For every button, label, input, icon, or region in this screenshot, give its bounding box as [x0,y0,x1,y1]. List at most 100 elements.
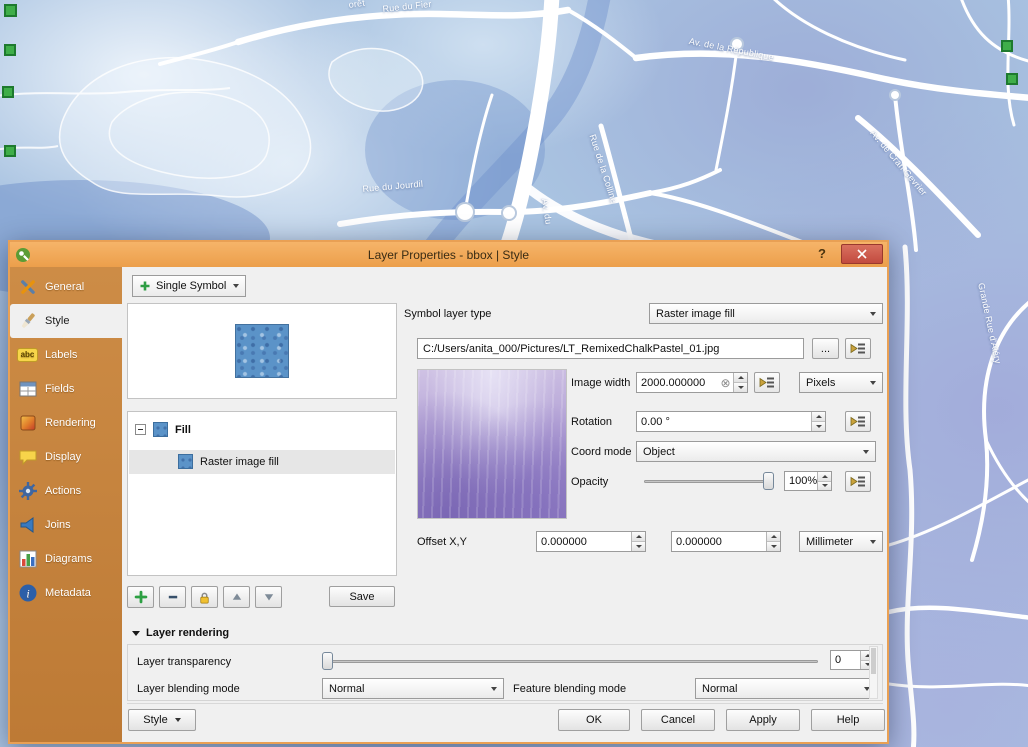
browse-file-button[interactable]: ... [812,338,839,359]
feature-blending-mode-combo[interactable]: Normal [695,678,877,699]
help-titlebar-button[interactable]: ? [809,244,835,264]
add-symbol-layer-button[interactable] [127,586,154,608]
style-tab-content: Single Symbol Fill Raster image fill [122,267,887,742]
image-width-spinbox[interactable]: 2000.000000 ⊗ [636,372,748,393]
image-path-input[interactable]: C:/Users/anita_000/Pictures/LT_RemixedCh… [417,338,804,359]
scrollbar-thumb[interactable] [871,648,876,674]
tree-child-label[interactable]: Raster image fill [200,456,279,468]
slider-handle[interactable] [763,472,774,490]
spin-up-button[interactable] [632,532,645,541]
triangle-up-icon [738,376,744,379]
renderer-combo-value: Single Symbol [156,280,226,292]
joins-icon [17,515,38,536]
sidebar-item-diagrams[interactable]: Diagrams [10,542,122,576]
close-button[interactable] [841,244,883,264]
qgis-app-icon [15,247,31,263]
image-width-unit-value: Pixels [806,377,835,389]
opacity-slider[interactable] [644,471,774,491]
single-symbol-icon [139,280,151,292]
metadata-glyph: i [26,587,29,601]
sidebar-item-fields[interactable]: Fields [10,372,122,406]
triangle-up-icon [771,535,777,538]
data-defined-override-button[interactable] [754,372,780,393]
style-menu-button[interactable]: Style [128,709,196,731]
spin-down-button[interactable] [818,481,831,491]
chevron-down-icon [870,540,876,544]
spin-up-button[interactable] [734,373,747,382]
triangle-down-icon [816,425,822,428]
layer-blending-mode-label: Layer blending mode [137,683,240,695]
spin-up-button[interactable] [812,412,825,421]
sidebar-item-joins[interactable]: Joins [10,508,122,542]
move-layer-down-button[interactable] [255,586,282,608]
tree-collapse-toggle[interactable] [135,424,146,435]
apply-button[interactable]: Apply [726,709,800,731]
offset-x-spinbox[interactable]: 0.000000 [536,531,646,552]
sidebar-item-actions[interactable]: Actions [10,474,122,508]
map-feature-marker [2,86,14,98]
arrow-up-icon [230,590,244,604]
layer-transparency-label: Layer transparency [137,656,231,668]
image-width-value: 2000.000000 [637,373,718,392]
sidebar-item-label: Actions [45,485,81,497]
data-defined-icon [849,341,867,357]
ok-button[interactable]: OK [558,709,630,731]
coord-mode-combo[interactable]: Object [636,441,876,462]
opacity-spinbox[interactable]: 100% [784,471,832,491]
lock-color-button[interactable] [191,586,218,608]
rotation-spinbox[interactable]: 0.00 ° [636,411,826,432]
general-icon [17,277,38,298]
tree-root-label[interactable]: Fill [175,424,191,436]
sidebar-item-label: Style [45,315,69,327]
collapse-arrow-icon [132,631,140,636]
spin-down-button[interactable] [734,382,747,392]
sidebar-item-rendering[interactable]: Rendering [10,406,122,440]
sidebar-item-label: Labels [45,349,77,361]
offset-x-value: 0.000000 [537,532,631,551]
map-feature-marker [4,44,16,56]
sidebar-item-metadata[interactable]: i Metadata [10,576,122,610]
layer-transparency-value: 0 [831,651,860,669]
sidebar-item-label: Rendering [45,417,96,429]
spin-up-button[interactable] [818,472,831,481]
symbol-layer-type-combo[interactable]: Raster image fill [649,303,883,324]
data-defined-icon [758,375,776,391]
map-feature-marker [1001,40,1013,52]
data-defined-override-button[interactable] [845,471,871,492]
clear-icon[interactable]: ⊗ [718,373,733,392]
vertical-scrollbar[interactable] [869,646,878,699]
spin-up-button[interactable] [767,532,780,541]
sidebar-item-labels[interactable]: abc Labels [10,338,122,372]
sidebar-item-style[interactable]: Style [10,304,122,338]
offset-unit-combo[interactable]: Millimeter [799,531,883,552]
fill-symbol-icon [153,422,168,437]
save-symbol-button[interactable]: Save [329,586,395,607]
remove-symbol-layer-button[interactable] [159,586,186,608]
layer-blending-mode-combo[interactable]: Normal [322,678,504,699]
layer-transparency-slider[interactable] [322,651,818,671]
sidebar-item-display[interactable]: Display [10,440,122,474]
raster-fill-symbol-icon [178,454,193,469]
layer-rendering-header[interactable]: Layer rendering [132,627,229,639]
footer-separator [127,703,883,704]
spin-down-button[interactable] [812,421,825,431]
chevron-down-icon [233,284,239,288]
help-button[interactable]: Help [811,709,885,731]
offset-y-spinbox[interactable]: 0.000000 [671,531,781,552]
data-defined-override-button[interactable] [845,411,871,432]
feature-blending-mode-value: Normal [702,683,737,695]
spin-down-button[interactable] [767,541,780,551]
sidebar-item-general[interactable]: General [10,270,122,304]
map-feature-marker [4,145,16,157]
data-defined-override-button[interactable] [845,338,871,359]
cancel-button[interactable]: Cancel [641,709,715,731]
symbol-layer-type-value: Raster image fill [656,308,735,320]
titlebar[interactable]: Layer Properties - bbox | Style ? [10,242,887,267]
spin-down-button[interactable] [632,541,645,551]
map-contours [0,49,423,197]
slider-handle[interactable] [322,652,333,670]
move-layer-up-button[interactable] [223,586,250,608]
image-width-unit-combo[interactable]: Pixels [799,372,883,393]
map-feature-marker [1006,73,1018,85]
renderer-combo[interactable]: Single Symbol [132,275,246,297]
